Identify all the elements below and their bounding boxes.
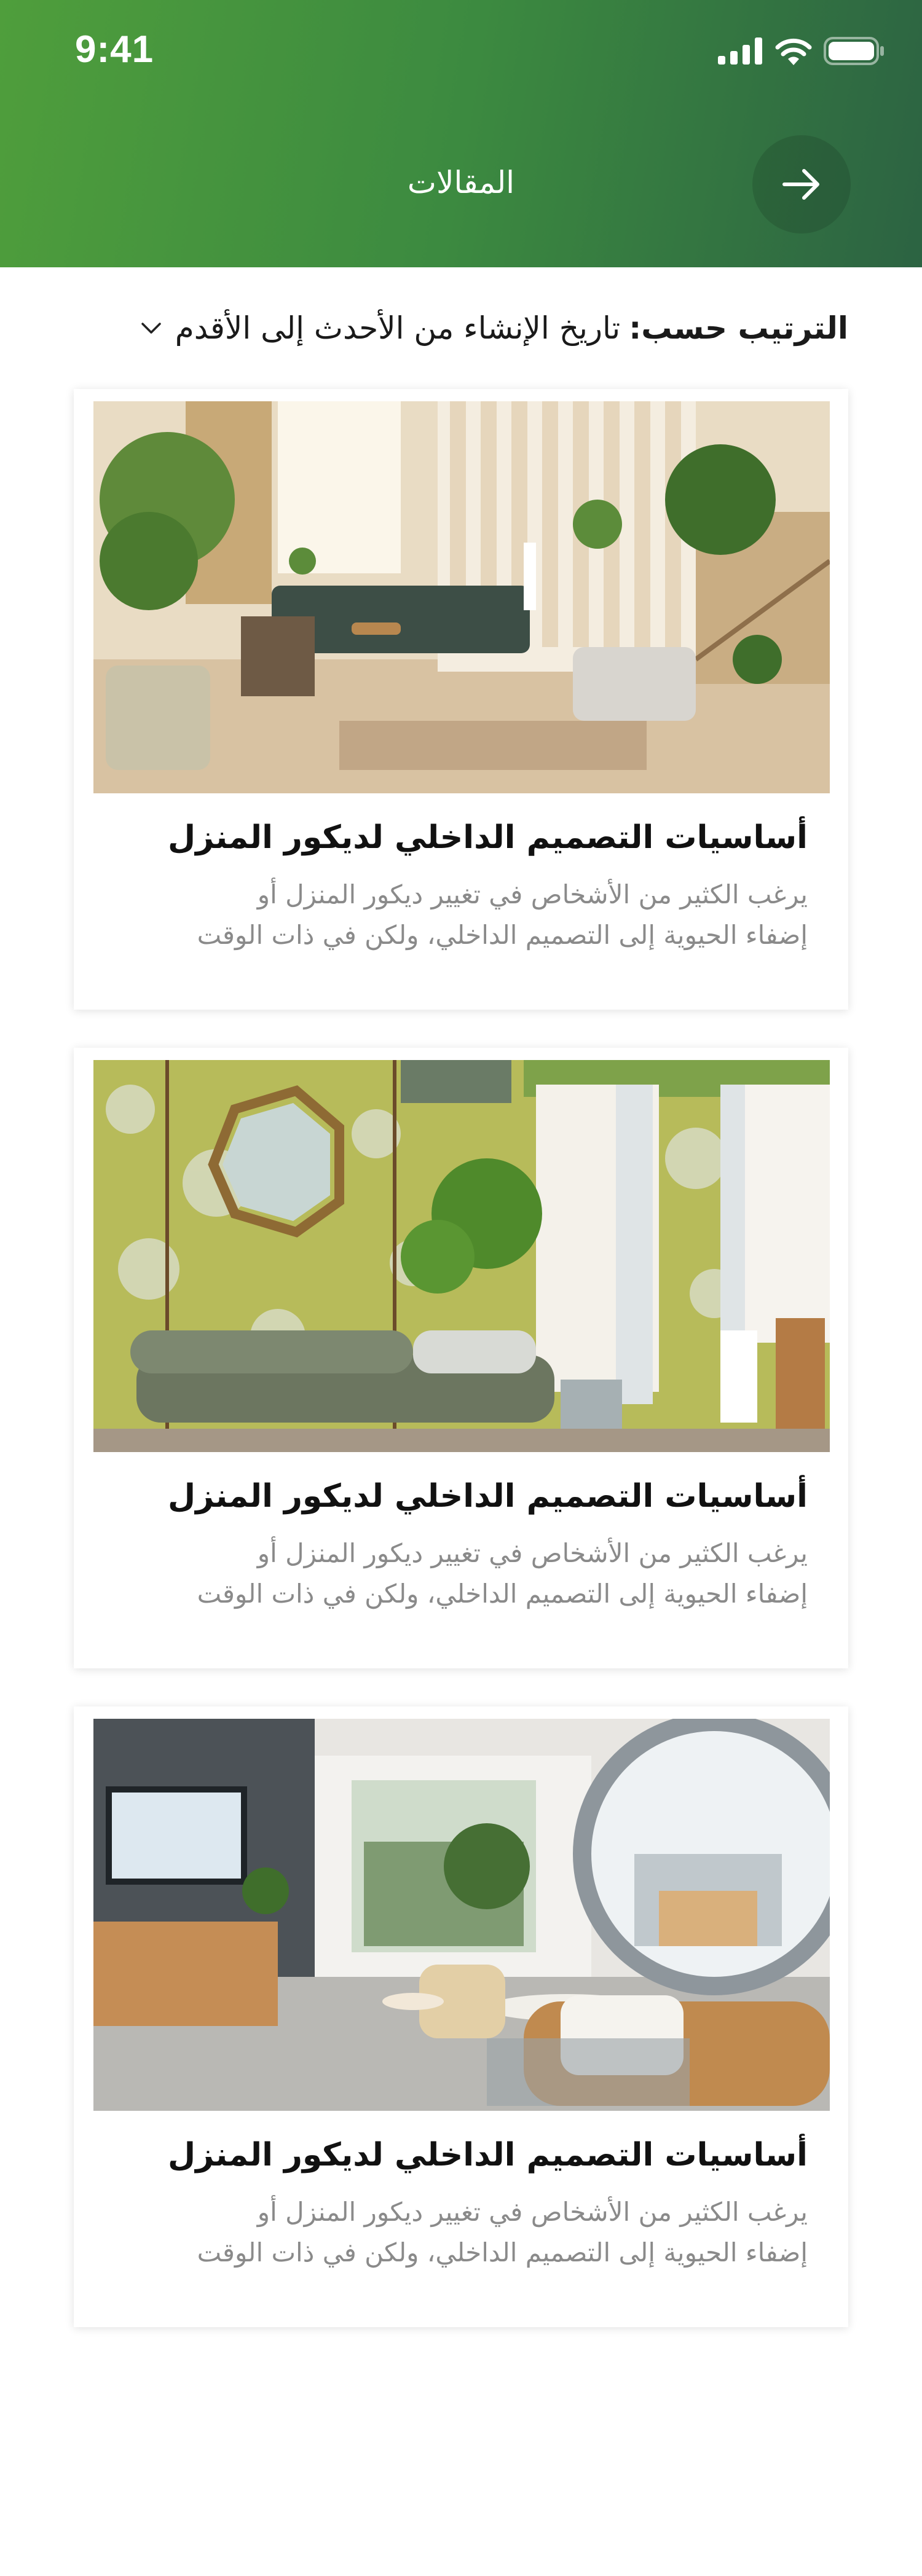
back-button[interactable]: [752, 135, 851, 234]
signal-icon: [718, 37, 763, 65]
status-bar: 9:41: [0, 0, 922, 104]
sort-value: تاريخ الإنشاء من الأحدث إلى الأقدم: [175, 310, 621, 346]
article-description: يرغب الكثير من الأشخاص في تغيير ديكور ال…: [107, 1533, 808, 1614]
arrow-right-icon: [782, 168, 821, 200]
article-description-line: يرغب الكثير من الأشخاص في تغيير ديكور ال…: [257, 2197, 808, 2227]
app-header: 9:41 المقالات: [0, 0, 922, 267]
status-time: 9:41: [75, 28, 154, 71]
battery-icon: [824, 37, 885, 65]
article-description-line: يرغب الكثير من الأشخاص في تغيير ديكور ال…: [257, 879, 808, 909]
sort-label: الترتيب حسب:: [629, 310, 848, 346]
article-description-line: إضفاء الحيوية إلى التصميم الداخلي، ولكن …: [197, 2237, 808, 2268]
article-description-line: إضفاء الحيوية إلى التصميم الداخلي، ولكن …: [197, 920, 808, 950]
article-title: أساسيات التصميم الداخلي لديكور المنزل: [167, 819, 808, 856]
chevron-down-icon: [141, 321, 162, 335]
article-card[interactable]: أساسيات التصميم الداخلي لديكور المنزل ير…: [74, 1706, 848, 2327]
article-title: أساسيات التصميم الداخلي لديكور المنزل: [167, 1478, 808, 1515]
article-description-line: يرغب الكثير من الأشخاص في تغيير ديكور ال…: [257, 1538, 808, 1568]
article-card[interactable]: أساسيات التصميم الداخلي لديكور المنزل ير…: [74, 389, 848, 1010]
article-description: يرغب الكثير من الأشخاص في تغيير ديكور ال…: [107, 2192, 808, 2273]
wifi-icon: [774, 37, 813, 65]
status-icons: [718, 37, 885, 65]
sort-selector[interactable]: الترتيب حسب: تاريخ الإنشاء من الأحدث إلى…: [141, 310, 848, 346]
article-description-line: إضفاء الحيوية إلى التصميم الداخلي، ولكن …: [197, 1579, 808, 1609]
article-image: [93, 401, 830, 793]
article-title: أساسيات التصميم الداخلي لديكور المنزل: [167, 2137, 808, 2174]
article-card[interactable]: أساسيات التصميم الداخلي لديكور المنزل ير…: [74, 1048, 848, 1668]
article-image: [93, 1060, 830, 1452]
article-image: [93, 1719, 830, 2111]
article-description: يرغب الكثير من الأشخاص في تغيير ديكور ال…: [107, 874, 808, 956]
